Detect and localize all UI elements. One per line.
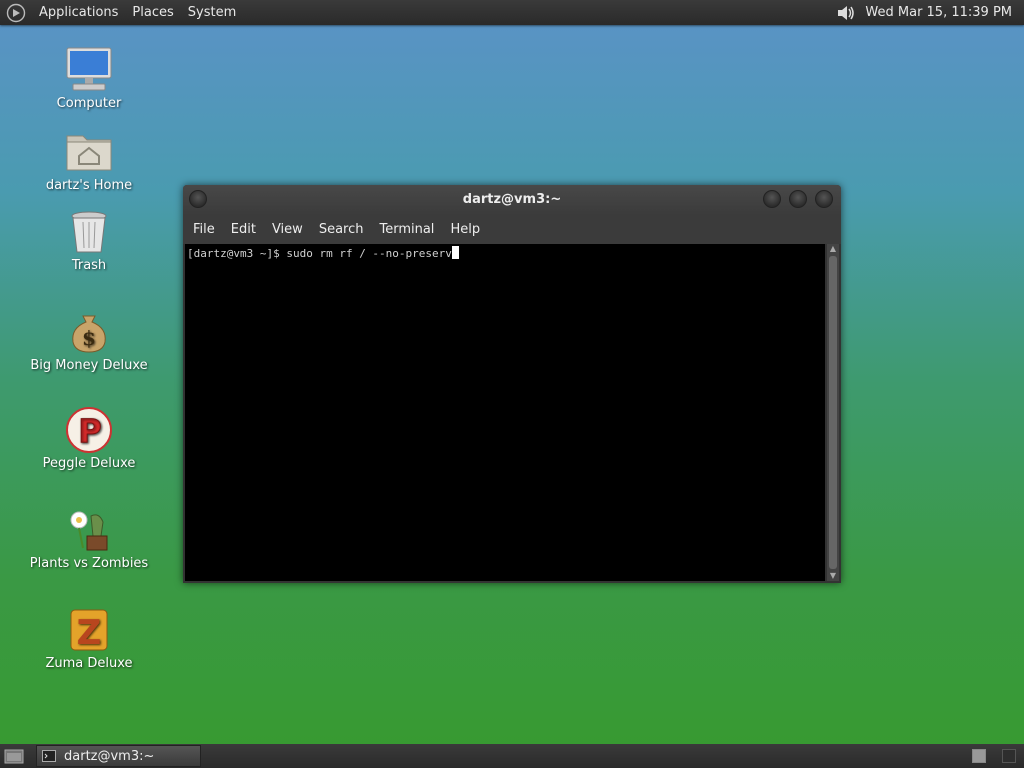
taskbar-window-button[interactable]: dartz@vm3:~ bbox=[36, 745, 201, 767]
zuma-icon: Z bbox=[70, 609, 108, 653]
terminal-titlebar[interactable]: dartz@vm3:~ bbox=[183, 185, 841, 215]
menu-terminal[interactable]: Terminal bbox=[371, 222, 442, 237]
close-button[interactable] bbox=[815, 190, 833, 208]
desktop-icon-trash[interactable]: Trash bbox=[29, 208, 149, 273]
desktop-label: Plants vs Zombies bbox=[29, 556, 149, 571]
text-cursor bbox=[451, 246, 459, 259]
menu-help[interactable]: Help bbox=[442, 222, 488, 237]
top-panel: Applications Places System Wed Mar 15, 1… bbox=[0, 0, 1024, 25]
menu-view[interactable]: View bbox=[264, 222, 311, 237]
desktop-icon-peggle[interactable]: P Peggle Deluxe bbox=[29, 406, 149, 471]
top-right-tray: Wed Mar 15, 11:39 PM bbox=[835, 3, 1024, 23]
plants-vs-zombies-icon bbox=[70, 511, 108, 551]
menu-file[interactable]: File bbox=[185, 222, 223, 237]
desktop-label: Peggle Deluxe bbox=[42, 456, 136, 471]
system-menu[interactable]: System bbox=[181, 5, 243, 20]
show-desktop-icon[interactable] bbox=[4, 748, 24, 764]
bottom-panel: dartz@vm3:~ bbox=[0, 744, 1024, 768]
money-bag-icon: $ bbox=[72, 315, 106, 353]
terminal-scrollbar[interactable]: ▲ ▼ bbox=[827, 244, 839, 581]
places-menu[interactable]: Places bbox=[125, 5, 180, 20]
svg-text:$: $ bbox=[82, 326, 96, 350]
workspace-1[interactable] bbox=[972, 749, 986, 763]
maximize-button[interactable] bbox=[789, 190, 807, 208]
workspace-2[interactable] bbox=[1002, 749, 1016, 763]
peggle-icon: P bbox=[66, 407, 112, 453]
home-folder-icon bbox=[66, 135, 112, 171]
terminal-menubar: File Edit View Search Terminal Help bbox=[183, 215, 841, 244]
terminal-command: sudo rm rf / --no-preserv bbox=[286, 247, 452, 260]
window-title: dartz@vm3:~ bbox=[462, 192, 562, 207]
desktop-icon-zuma[interactable]: Z Zuma Deluxe bbox=[29, 606, 149, 671]
desktop-icon-plants-vs-zombies[interactable]: Plants vs Zombies bbox=[29, 506, 149, 571]
scroll-up-icon[interactable]: ▲ bbox=[827, 244, 839, 254]
workspace-switcher bbox=[956, 749, 1016, 763]
scrollbar-thumb[interactable] bbox=[829, 256, 837, 569]
menu-search[interactable]: Search bbox=[311, 222, 372, 237]
applications-menu[interactable]: Applications bbox=[32, 5, 125, 20]
trash-icon bbox=[71, 211, 107, 253]
desktop-icon-big-money[interactable]: $ Big Money Deluxe bbox=[29, 308, 149, 373]
terminal-window: dartz@vm3:~ File Edit View Search Termin… bbox=[183, 185, 841, 583]
clock[interactable]: Wed Mar 15, 11:39 PM bbox=[865, 5, 1012, 20]
svg-text:P: P bbox=[78, 412, 101, 450]
desktop-label: Trash bbox=[71, 258, 107, 273]
desktop-label: Big Money Deluxe bbox=[30, 358, 148, 373]
minimize-button[interactable] bbox=[763, 190, 781, 208]
terminal-body[interactable]: [dartz@vm3 ~]$ sudo rm rf / --no-preserv bbox=[185, 244, 825, 581]
desktop-icon-computer[interactable]: Computer bbox=[29, 46, 149, 111]
taskbar-window-label: dartz@vm3:~ bbox=[64, 748, 155, 764]
volume-icon[interactable] bbox=[835, 3, 857, 23]
gnome-foot-icon[interactable] bbox=[6, 3, 26, 23]
desktop-icon-home[interactable]: dartz's Home bbox=[29, 128, 149, 193]
desktop-label: Computer bbox=[56, 96, 122, 111]
terminal-icon bbox=[42, 750, 56, 762]
terminal-prompt: [dartz@vm3 ~]$ bbox=[187, 247, 287, 260]
menu-edit[interactable]: Edit bbox=[223, 222, 264, 237]
computer-icon bbox=[66, 47, 112, 91]
desktop-label: dartz's Home bbox=[45, 178, 133, 193]
scroll-down-icon[interactable]: ▼ bbox=[827, 571, 839, 581]
svg-text:Z: Z bbox=[77, 613, 102, 653]
terminal-line: [dartz@vm3 ~]$ sudo rm rf / --no-preserv bbox=[187, 246, 459, 260]
desktop-label: Zuma Deluxe bbox=[45, 656, 133, 671]
